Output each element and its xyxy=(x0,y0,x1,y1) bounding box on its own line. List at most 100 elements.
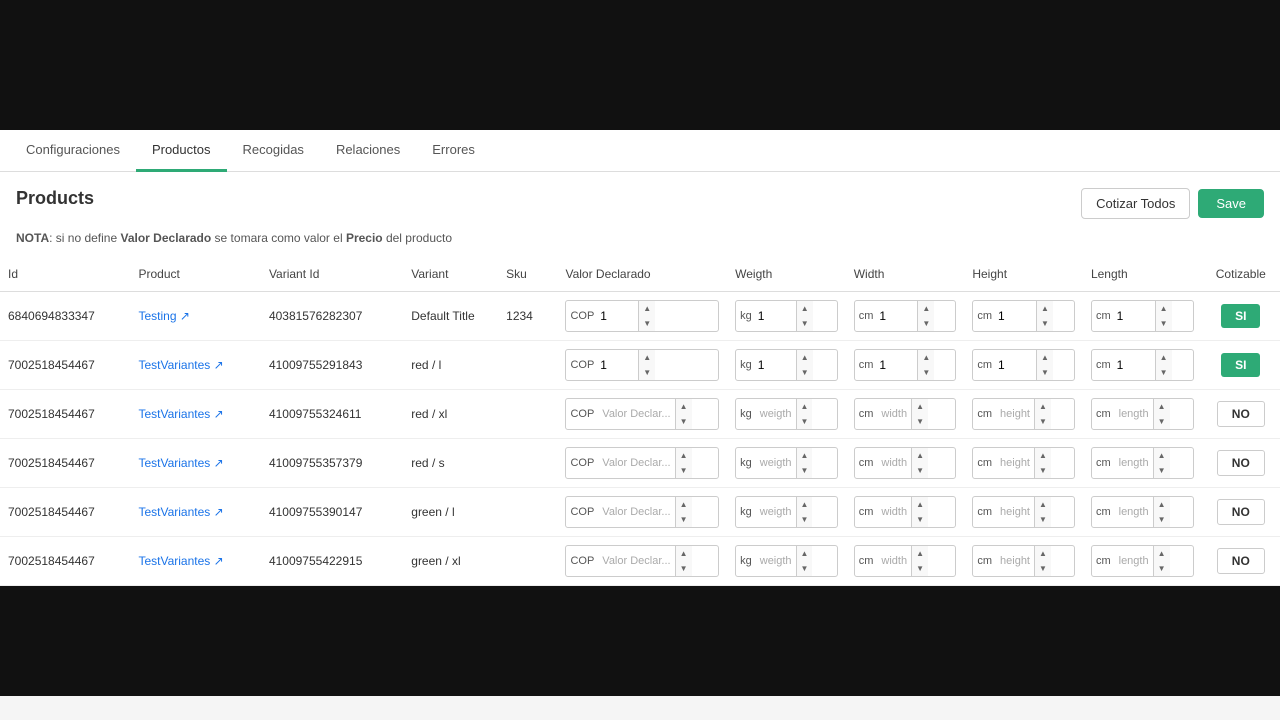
cotizable-badge[interactable]: NO xyxy=(1217,548,1265,574)
spin-up-button[interactable]: ▲ xyxy=(1035,546,1051,561)
cell-length[interactable]: cmlength▲▼ xyxy=(1083,488,1202,537)
cell-weigh[interactable]: kgweigth▲▼ xyxy=(727,390,846,439)
cell-weigh[interactable]: kgweigth▲▼ xyxy=(727,488,846,537)
spin-down-button[interactable]: ▼ xyxy=(1156,316,1172,331)
product-link[interactable]: TestVariantes ↗ xyxy=(138,554,223,568)
spin-up-button[interactable]: ▲ xyxy=(676,497,692,512)
cell-weigh[interactable]: kgweigth▲▼ xyxy=(727,439,846,488)
spin-up-button[interactable]: ▲ xyxy=(797,301,813,316)
spin-up-button[interactable]: ▲ xyxy=(1156,301,1172,316)
spin-down-button[interactable]: ▼ xyxy=(912,414,928,429)
spin-up-button[interactable]: ▲ xyxy=(1035,497,1051,512)
cell-length[interactable]: cm▲▼ xyxy=(1083,341,1202,390)
cell-valor[interactable]: COPValor Declar...▲▼ xyxy=(557,537,727,586)
spin-up-button[interactable]: ▲ xyxy=(1154,448,1170,463)
tab-configuraciones[interactable]: Configuraciones xyxy=(10,130,136,172)
cell-cotizable[interactable]: NO xyxy=(1202,439,1280,488)
cotizable-badge[interactable]: SI xyxy=(1221,353,1260,377)
value-input[interactable] xyxy=(598,307,638,325)
spin-down-button[interactable]: ▼ xyxy=(1035,463,1051,478)
cell-valor[interactable]: COPValor Declar...▲▼ xyxy=(557,488,727,537)
spin-down-button[interactable]: ▼ xyxy=(676,512,692,527)
spin-up-button[interactable]: ▲ xyxy=(1154,399,1170,414)
cell-cotizable[interactable]: NO xyxy=(1202,488,1280,537)
spin-down-button[interactable]: ▼ xyxy=(797,561,813,576)
value-input[interactable] xyxy=(877,356,917,374)
product-link[interactable]: TestVariantes ↗ xyxy=(138,407,223,421)
cell-weigh[interactable]: kg▲▼ xyxy=(727,341,846,390)
cell-weigh[interactable]: kgweigth▲▼ xyxy=(727,537,846,586)
spin-up-button[interactable]: ▲ xyxy=(676,448,692,463)
value-input[interactable] xyxy=(598,356,638,374)
spin-down-button[interactable]: ▼ xyxy=(1037,316,1053,331)
spin-down-button[interactable]: ▼ xyxy=(797,316,813,331)
spin-down-button[interactable]: ▼ xyxy=(1035,414,1051,429)
spin-down-button[interactable]: ▼ xyxy=(1035,561,1051,576)
cell-height[interactable]: cmheight▲▼ xyxy=(964,537,1083,586)
spin-up-button[interactable]: ▲ xyxy=(797,546,813,561)
spin-up-button[interactable]: ▲ xyxy=(912,497,928,512)
tab-relaciones[interactable]: Relaciones xyxy=(320,130,416,172)
spin-down-button[interactable]: ▼ xyxy=(797,365,813,380)
value-input[interactable] xyxy=(1115,356,1155,374)
spin-up-button[interactable]: ▲ xyxy=(797,399,813,414)
spin-up-button[interactable]: ▲ xyxy=(1035,448,1051,463)
value-input[interactable] xyxy=(996,307,1036,325)
spin-down-button[interactable]: ▼ xyxy=(639,365,655,380)
spin-down-button[interactable]: ▼ xyxy=(912,512,928,527)
spin-down-button[interactable]: ▼ xyxy=(797,512,813,527)
spin-up-button[interactable]: ▲ xyxy=(918,301,934,316)
cell-length[interactable]: cm▲▼ xyxy=(1083,292,1202,341)
spin-down-button[interactable]: ▼ xyxy=(676,414,692,429)
spin-up-button[interactable]: ▲ xyxy=(918,350,934,365)
value-input[interactable] xyxy=(756,356,796,374)
cell-length[interactable]: cmlength▲▼ xyxy=(1083,537,1202,586)
spin-down-button[interactable]: ▼ xyxy=(1154,463,1170,478)
cell-width[interactable]: cm▲▼ xyxy=(846,292,965,341)
cell-valor[interactable]: COPValor Declar...▲▼ xyxy=(557,439,727,488)
cotizable-badge[interactable]: NO xyxy=(1217,450,1265,476)
product-link[interactable]: TestVariantes ↗ xyxy=(138,358,223,372)
cotizable-badge[interactable]: SI xyxy=(1221,304,1260,328)
spin-up-button[interactable]: ▲ xyxy=(1037,350,1053,365)
spin-down-button[interactable]: ▼ xyxy=(1154,561,1170,576)
spin-down-button[interactable]: ▼ xyxy=(639,316,655,331)
cell-height[interactable]: cm▲▼ xyxy=(964,292,1083,341)
tab-errores[interactable]: Errores xyxy=(416,130,491,172)
cell-width[interactable]: cmwidth▲▼ xyxy=(846,390,965,439)
cell-height[interactable]: cmheight▲▼ xyxy=(964,390,1083,439)
spin-up-button[interactable]: ▲ xyxy=(1037,301,1053,316)
cotizable-badge[interactable]: NO xyxy=(1217,401,1265,427)
spin-up-button[interactable]: ▲ xyxy=(639,350,655,365)
cotizable-badge[interactable]: NO xyxy=(1217,499,1265,525)
spin-down-button[interactable]: ▼ xyxy=(918,316,934,331)
spin-down-button[interactable]: ▼ xyxy=(912,463,928,478)
cell-height[interactable]: cmheight▲▼ xyxy=(964,439,1083,488)
spin-up-button[interactable]: ▲ xyxy=(1035,399,1051,414)
cotizar-todos-button[interactable]: Cotizar Todos xyxy=(1081,188,1190,219)
spin-up-button[interactable]: ▲ xyxy=(797,350,813,365)
value-input[interactable] xyxy=(877,307,917,325)
spin-down-button[interactable]: ▼ xyxy=(797,463,813,478)
value-input[interactable] xyxy=(756,307,796,325)
cell-length[interactable]: cmlength▲▼ xyxy=(1083,439,1202,488)
spin-up-button[interactable]: ▲ xyxy=(676,546,692,561)
spin-down-button[interactable]: ▼ xyxy=(912,561,928,576)
spin-down-button[interactable]: ▼ xyxy=(797,414,813,429)
spin-up-button[interactable]: ▲ xyxy=(1154,497,1170,512)
cell-valor[interactable]: COP▲▼ xyxy=(557,292,727,341)
spin-down-button[interactable]: ▼ xyxy=(1154,512,1170,527)
spin-up-button[interactable]: ▲ xyxy=(639,301,655,316)
cell-cotizable[interactable]: SI xyxy=(1202,292,1280,341)
tab-recogidas[interactable]: Recogidas xyxy=(227,130,320,172)
cell-width[interactable]: cmwidth▲▼ xyxy=(846,488,965,537)
spin-up-button[interactable]: ▲ xyxy=(912,399,928,414)
spin-down-button[interactable]: ▼ xyxy=(1156,365,1172,380)
cell-width[interactable]: cmwidth▲▼ xyxy=(846,537,965,586)
cell-cotizable[interactable]: SI xyxy=(1202,341,1280,390)
cell-length[interactable]: cmlength▲▼ xyxy=(1083,390,1202,439)
value-input[interactable] xyxy=(996,356,1036,374)
product-link[interactable]: Testing ↗ xyxy=(138,309,189,323)
spin-down-button[interactable]: ▼ xyxy=(1154,414,1170,429)
spin-up-button[interactable]: ▲ xyxy=(1156,350,1172,365)
